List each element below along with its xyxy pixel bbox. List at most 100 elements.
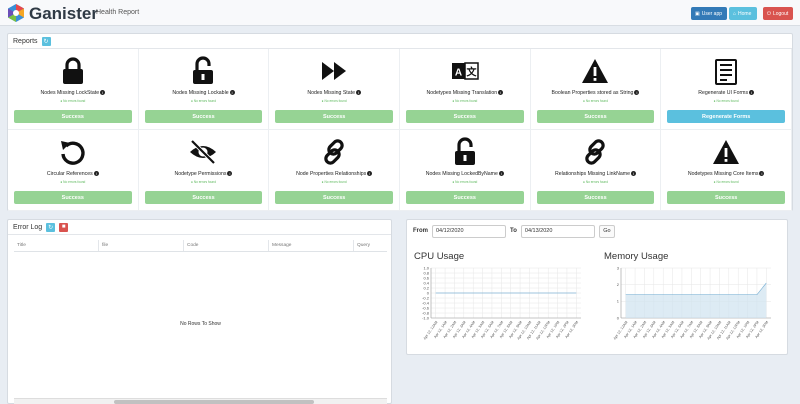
eye-slash-icon: [190, 139, 217, 165]
info-icon[interactable]: i: [630, 171, 636, 177]
info-icon[interactable]: i: [227, 171, 233, 177]
reports-title: Reports: [13, 37, 38, 45]
user-app-icon: ▣: [695, 10, 700, 17]
report-card-status: ● No errors found: [60, 180, 86, 184]
info-icon[interactable]: i: [498, 90, 504, 96]
report-card: Circular References i ● No errors found Suc…: [8, 130, 139, 211]
report-card-button[interactable]: Success: [144, 191, 263, 204]
info-icon[interactable]: i: [759, 171, 765, 177]
report-card: Nodes Missing LockedByName i ● No errors f…: [400, 130, 531, 211]
report-card-status: ● No errors found: [452, 180, 478, 184]
reports-refresh-button[interactable]: ↻: [41, 36, 51, 46]
error-log-columns: Title file Code Message Query: [14, 240, 387, 252]
empty-grid-message: No Rows To Show: [180, 321, 221, 327]
check-icon: ●: [191, 99, 193, 103]
report-card-button[interactable]: Success: [667, 191, 785, 204]
column-header-query[interactable]: Query: [354, 240, 387, 251]
warning-icon: [713, 140, 740, 164]
user-app-label: User app: [701, 10, 723, 17]
scrollbar-thumb[interactable]: [114, 400, 314, 404]
user-app-button[interactable]: ▣ User app: [691, 7, 727, 20]
report-card-button[interactable]: Success: [275, 110, 393, 123]
check-icon: ●: [60, 180, 63, 184]
error-log-delete-button[interactable]: ■: [59, 222, 69, 232]
info-icon[interactable]: i: [367, 171, 373, 177]
report-card-label: Node Properties Relationships i: [269, 171, 399, 177]
go-button[interactable]: Go: [598, 224, 615, 238]
link-icon: [585, 139, 606, 165]
page-subtitle: Health Report: [96, 9, 140, 16]
reports-header: Reports ↻: [8, 34, 792, 49]
error-log-refresh-button[interactable]: ↻: [46, 222, 56, 232]
cpu-usage-chart: Apr 12, 12AMApr 12, 1AMApr 12, 2AMApr 12…: [422, 265, 581, 341]
report-card-button[interactable]: Success: [14, 191, 132, 204]
memory-usage-chart: Apr 12, 12AMApr 12, 1AMApr 12, 2AMApr 12…: [613, 265, 771, 341]
y-tick-label: 1: [617, 299, 620, 304]
home-button[interactable]: ⌂ Home: [729, 7, 757, 20]
logout-button[interactable]: ⏻ Logout: [763, 7, 793, 20]
reports-panel: Reports ↻ Nodes Missing LockState i ● No e…: [7, 33, 793, 211]
brand-name: Ganister: [29, 4, 98, 23]
report-card-label: Nodetypes Missing Core Items i: [661, 171, 791, 177]
from-date-input[interactable]: 04/12/2020: [432, 224, 506, 238]
report-card: Nodetypes Missing Core Items i ● No errors…: [661, 130, 792, 211]
column-header-file[interactable]: file: [99, 240, 184, 251]
to-date-input[interactable]: 04/13/2020: [520, 224, 595, 238]
y-tick-label: -1.0: [422, 315, 430, 320]
report-card-button[interactable]: Success: [275, 191, 393, 204]
y-tick-label: 2: [617, 282, 620, 287]
y-tick-label: 0: [617, 315, 620, 320]
report-card-label: Nodetype Permissions i: [139, 171, 269, 177]
report-card: Nodes Missing LockState i ● No errors foun…: [8, 49, 139, 130]
check-icon: ●: [713, 180, 716, 184]
info-icon[interactable]: i: [749, 90, 755, 96]
ganister-logo-icon: [8, 4, 24, 22]
report-card-button[interactable]: Success: [406, 191, 524, 204]
report-card-label: Nodes Missing Lockable i: [139, 90, 269, 96]
horizontal-scrollbar[interactable]: [14, 398, 387, 404]
lock-icon: [62, 57, 83, 84]
report-card-status: ● No errors found: [713, 99, 739, 103]
column-header-title[interactable]: Title: [14, 240, 99, 251]
check-icon: ●: [191, 180, 193, 184]
warning-icon: [582, 59, 609, 83]
report-card-button[interactable]: Success: [536, 191, 655, 204]
report-card-status: ● No errors found: [713, 180, 739, 184]
column-header-message[interactable]: Message: [269, 240, 354, 251]
refresh-icon: ↻: [43, 38, 49, 45]
report-card-label: Nodes Missing State i: [269, 90, 399, 96]
memory-chart-title: Memory Usage: [604, 251, 669, 262]
report-card-button[interactable]: Success: [144, 110, 263, 123]
report-card-button[interactable]: Success: [406, 110, 524, 123]
check-icon: ●: [583, 99, 585, 103]
report-card-label: Regenerate UI Forms i: [661, 90, 791, 96]
report-card-button[interactable]: Success: [536, 110, 655, 123]
column-header-code[interactable]: Code: [184, 240, 269, 251]
report-card-button[interactable]: Regenerate Forms: [667, 110, 785, 123]
report-card-status: ● No errors found: [60, 99, 86, 103]
report-card: Nodetype Permissions i ● No errors found Su…: [138, 130, 270, 211]
report-card-status: ● No errors found: [321, 180, 347, 184]
check-icon: ●: [452, 99, 455, 103]
refresh-icon: ↻: [48, 224, 54, 231]
report-card-label: Relationships Missing LinkName i: [531, 171, 661, 177]
report-card: Nodes Missing Lockable i ● No errors found…: [138, 49, 270, 130]
info-icon[interactable]: i: [100, 90, 106, 96]
report-card-status: ● No errors found: [191, 99, 216, 103]
lock-open-icon: [454, 137, 475, 165]
metrics-panel: From 04/12/2020 To 04/13/2020 Go CPU Usa…: [406, 219, 788, 355]
report-card: Node Properties Relationships i ● No error…: [269, 130, 400, 211]
info-icon[interactable]: i: [498, 171, 504, 177]
info-icon[interactable]: i: [229, 90, 235, 96]
error-log-panel: Error Log ↻ ■ Title file Code Message Qu…: [7, 219, 392, 404]
report-card-button[interactable]: Success: [14, 110, 132, 123]
report-card-label: Circular References i: [8, 171, 138, 177]
svg-text:文: 文: [466, 66, 477, 79]
report-card-status: ● No errors found: [452, 99, 478, 103]
info-icon[interactable]: i: [93, 171, 99, 177]
info-icon[interactable]: i: [634, 90, 640, 96]
lock-open-icon: [193, 56, 214, 84]
check-icon: ●: [60, 99, 63, 103]
info-icon[interactable]: i: [355, 90, 361, 96]
check-icon: ●: [452, 180, 455, 184]
